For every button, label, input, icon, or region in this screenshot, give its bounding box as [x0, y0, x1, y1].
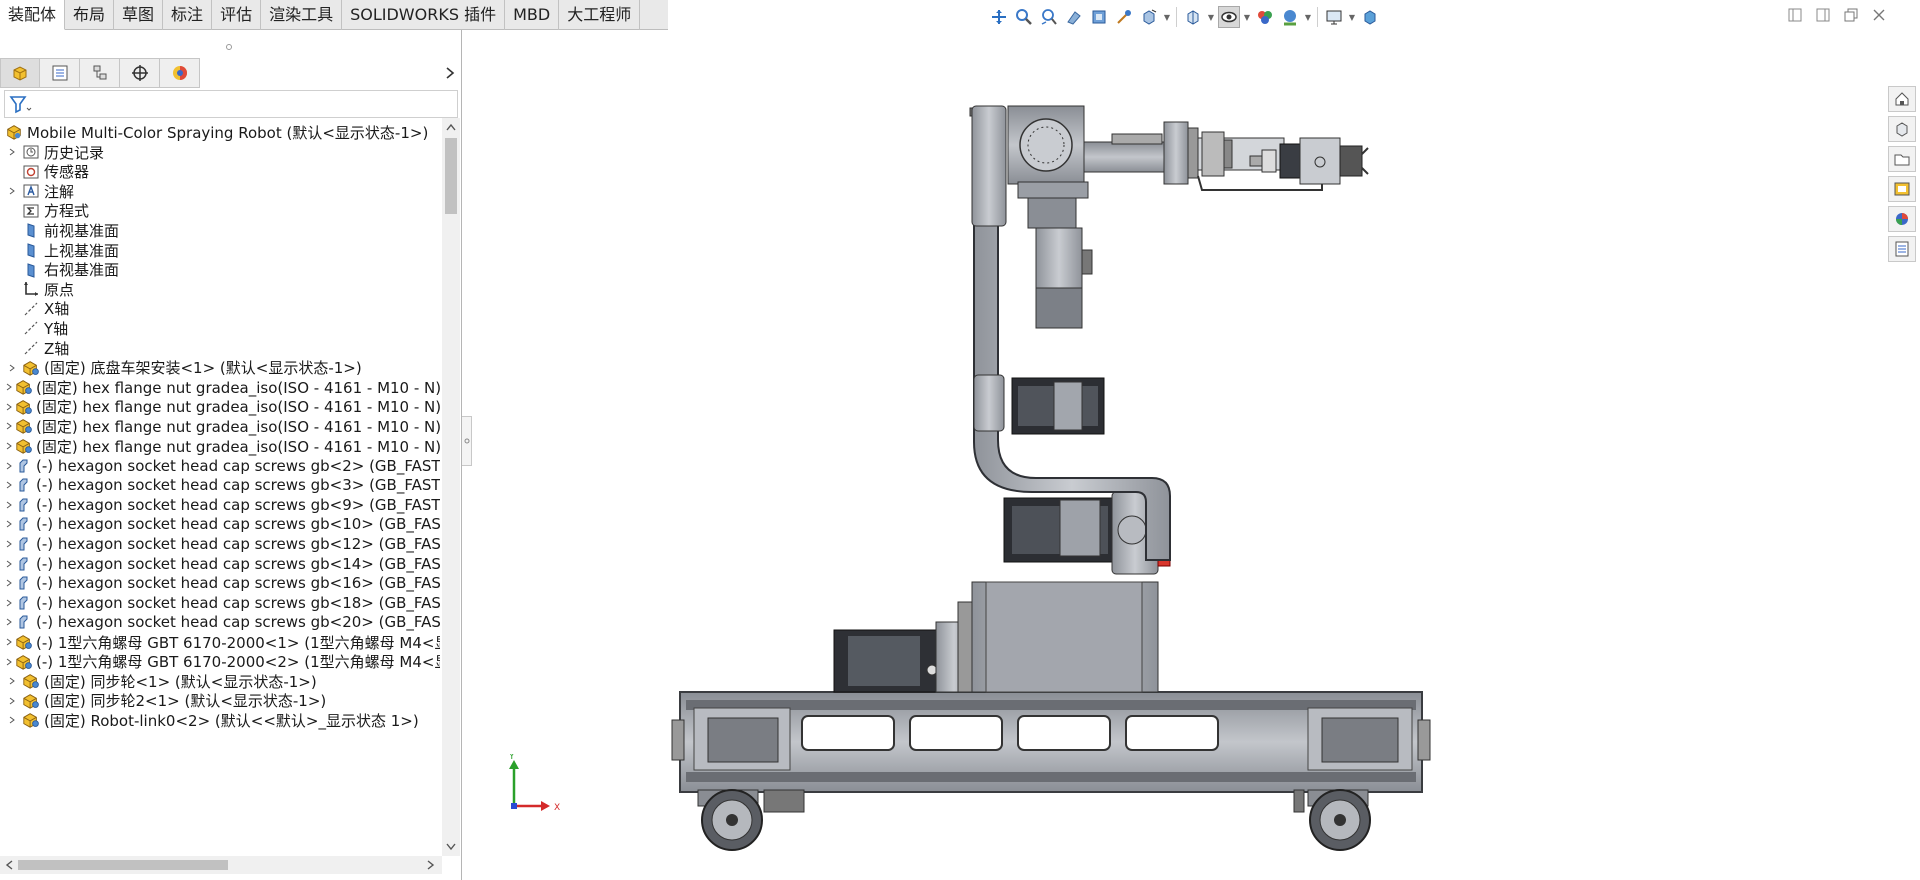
toolbar-separator	[1317, 7, 1318, 27]
scroll-thumb[interactable]	[445, 138, 457, 214]
tree-item-label: (-) hexagon socket head cap screws gb<3>…	[36, 476, 440, 495]
view-settings-icon[interactable]	[1323, 6, 1345, 28]
custom-properties-icon[interactable]	[1888, 236, 1916, 262]
panel-grip-icon[interactable]	[224, 38, 234, 50]
collapse-panel-icon[interactable]	[1786, 7, 1804, 23]
chassis-wheel-mounts	[763, 789, 1305, 813]
forearm[interactable]	[1083, 121, 1285, 185]
front-caster[interactable]	[697, 789, 763, 851]
manager-tabs	[0, 58, 200, 88]
view-orientation-icon[interactable]	[1138, 6, 1160, 28]
filter-icon[interactable]	[9, 94, 33, 116]
scroll-thumb[interactable]	[18, 860, 228, 870]
command-tab[interactable]: 大工程师	[559, 0, 641, 30]
command-manager-tabs: 装配体 布局 草图 标注 评估 渲染工具 SOLIDWORKS 插件 MBD 大工程师	[0, 0, 668, 30]
configuration-manager-tab[interactable]	[80, 58, 120, 88]
reference-triad: Y X	[508, 754, 560, 813]
section-view-icon[interactable]	[1063, 6, 1085, 28]
tree-item-label: (-) hexagon socket head cap screws gb<12…	[36, 535, 440, 553]
instant3d-icon[interactable]	[1113, 6, 1135, 28]
expand-panel-icon[interactable]	[1814, 7, 1832, 23]
robot-model[interactable]	[472, 30, 1884, 880]
command-tab[interactable]: 评估	[212, 0, 262, 30]
scroll-left-icon[interactable]	[0, 856, 18, 874]
apply-scene-icon[interactable]	[1279, 6, 1301, 28]
previous-view-icon[interactable]	[1038, 6, 1060, 28]
tree-item-label: (-) hexagon socket head cap screws gb<2>…	[36, 456, 440, 475]
triad-x-label: X	[554, 803, 560, 813]
tree-item-label: (-) hexagon socket head cap screws gb<14…	[36, 554, 440, 573]
assembly-icon	[4, 122, 24, 142]
chevron-down-icon[interactable]: ▼	[1348, 13, 1356, 22]
view-palette-icon[interactable]	[1888, 176, 1916, 202]
task-pane-tabs	[1888, 86, 1918, 262]
tree-item-label: (-) hexagon socket head cap screws gb<20…	[36, 613, 440, 632]
feature-tree: Mobile Multi-Color Spraying Robot (默认<显示…	[0, 118, 440, 856]
toolbar-separator	[1176, 7, 1177, 27]
display-manager-tab[interactable]	[160, 58, 200, 88]
dimxpert-manager-tab[interactable]	[120, 58, 160, 88]
feature-manager-panel: Mobile Multi-Color Spraying Robot (默认<显示…	[0, 30, 462, 880]
close-icon[interactable]	[1870, 7, 1888, 23]
tree-vertical-scrollbar[interactable]	[442, 118, 460, 856]
command-tab[interactable]: 渲染工具	[261, 0, 343, 30]
file-explorer-icon[interactable]	[1888, 146, 1916, 172]
zoom-to-area-icon[interactable]	[1013, 6, 1035, 28]
solidworks-resources-icon[interactable]	[1888, 86, 1916, 112]
panel-collapse-handle[interactable]	[462, 416, 472, 466]
elbow-motor[interactable]	[973, 374, 1105, 435]
realview-graphics-icon[interactable]	[1359, 6, 1381, 28]
edit-appearance-icon[interactable]	[1254, 6, 1276, 28]
subassembly-icon	[21, 710, 41, 730]
scroll-down-icon[interactable]	[442, 838, 460, 856]
command-tab[interactable]: MBD	[505, 0, 560, 30]
chevron-right-icon[interactable]	[442, 63, 458, 83]
tree-item-label: (-) hexagon socket head cap screws gb<9>…	[36, 495, 440, 514]
tree-item-label: (固定) Robot-link0<2> (默认<<默认>_显示状态 1>)	[44, 711, 419, 730]
command-tab[interactable]: 草图	[114, 0, 164, 30]
rear-caster[interactable]	[1307, 789, 1371, 851]
triad-y-label: Y	[508, 754, 515, 762]
chevron-down-icon[interactable]: ▼	[1243, 13, 1251, 22]
appearances-scenes-icon[interactable]	[1888, 206, 1916, 232]
tree-item-label: (-) hexagon socket head cap screws gb<10…	[36, 515, 440, 534]
tree-item[interactable]: (固定) Robot-link0<2> (默认<<默认>_显示状态 1>)	[0, 708, 440, 732]
chassis-frame[interactable]	[671, 691, 1431, 793]
command-tab[interactable]: 布局	[65, 0, 115, 30]
restore-window-icon[interactable]	[1842, 7, 1860, 23]
zoom-to-fit-icon[interactable]	[988, 6, 1010, 28]
chevron-down-icon[interactable]: ▼	[1207, 13, 1215, 22]
graphics-area[interactable]: Y X	[472, 30, 1884, 880]
command-tab[interactable]: SOLIDWORKS 插件	[342, 0, 506, 30]
heads-up-view-toolbar: ▼ ▼ ▼ ▼ ▼	[988, 4, 1381, 30]
chevron-down-icon[interactable]: ▼	[1163, 13, 1171, 22]
command-tab[interactable]: 装配体	[0, 0, 66, 30]
tree-item-label: (-) hexagon socket head cap screws gb<18…	[36, 593, 440, 612]
display-style-icon[interactable]	[1182, 6, 1204, 28]
scroll-up-icon[interactable]	[442, 118, 460, 136]
scroll-right-icon[interactable]	[422, 856, 440, 874]
tree-item-label: (-) hexagon socket head cap screws gb<16…	[36, 574, 440, 593]
dynamic-annotation-icon[interactable]	[1088, 6, 1110, 28]
design-library-icon[interactable]	[1888, 116, 1916, 142]
feature-manager-tab[interactable]	[0, 58, 40, 88]
tree-horizontal-scrollbar[interactable]	[0, 856, 442, 874]
command-tab[interactable]: 标注	[163, 0, 213, 30]
chevron-down-icon[interactable]: ▼	[1304, 13, 1312, 22]
hide-show-items-icon[interactable]	[1218, 6, 1240, 28]
chevron-right-icon[interactable]	[6, 708, 18, 732]
window-controls	[1786, 7, 1888, 23]
property-manager-tab[interactable]	[40, 58, 80, 88]
base-column[interactable]	[833, 581, 1159, 693]
tree-filter-bar[interactable]	[4, 90, 458, 118]
